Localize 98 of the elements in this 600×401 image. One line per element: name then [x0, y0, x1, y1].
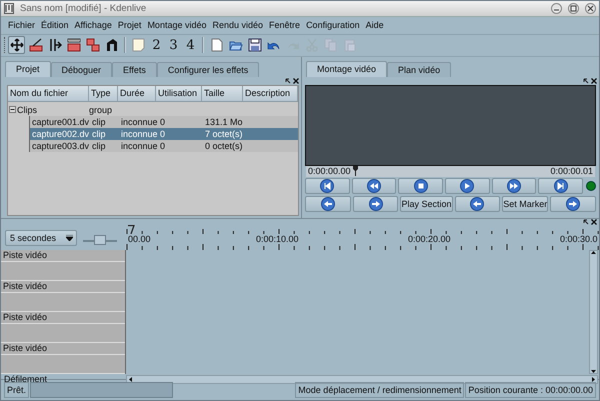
- playhead-icon[interactable]: [128, 225, 135, 234]
- tab[interactable]: Projet: [5, 60, 51, 77]
- right-arrow-icon: [592, 376, 595, 382]
- transport-button[interactable]: [352, 196, 398, 212]
- ruler-label: 0:00:30.0: [560, 234, 598, 244]
- menu-item[interactable]: Édition: [38, 18, 72, 33]
- split-icon: [48, 38, 62, 52]
- track-name: Piste vidéo: [1, 312, 125, 324]
- up-arrow-icon: [591, 251, 596, 254]
- transport-button[interactable]: [305, 178, 350, 194]
- floppy-icon: [248, 38, 262, 52]
- status-light-icon: [586, 181, 596, 192]
- transport-button[interactable]: [352, 178, 396, 194]
- transport-button[interactable]: [305, 196, 351, 212]
- close-icon[interactable]: [591, 219, 597, 226]
- toolbar-button[interactable]: 4: [183, 36, 198, 54]
- scroll-label: Défilement: [3, 374, 48, 384]
- menu-item[interactable]: Fenêtre: [266, 18, 304, 33]
- ruler-label: 00.00: [128, 234, 151, 244]
- column-header[interactable]: Description: [243, 86, 298, 101]
- tab[interactable]: Configurer les effets: [156, 62, 260, 77]
- ruler-icon: [66, 38, 80, 52]
- transport-button[interactable]: [538, 178, 584, 194]
- collapse-icon[interactable]: [9, 106, 16, 114]
- hook-icon: [104, 38, 118, 52]
- blocks-icon: [86, 38, 100, 52]
- menu-item[interactable]: Affichage: [72, 18, 115, 33]
- left-arrow-icon: [129, 376, 132, 382]
- float-icon[interactable]: [583, 219, 589, 226]
- table-cell-text: group: [89, 104, 114, 115]
- tab[interactable]: Déboguer: [50, 62, 112, 77]
- transport-button[interactable]: [454, 196, 500, 212]
- transport-button[interactable]: [445, 178, 490, 194]
- column-header[interactable]: Type: [89, 86, 118, 101]
- window-title: Sans nom [modifié] - Kdenlive: [20, 2, 148, 14]
- move-icon: [10, 38, 24, 52]
- track-name: Piste vidéo: [1, 281, 125, 294]
- ruler-label: 0:00:10.00: [256, 234, 299, 244]
- skip-back-icon: [320, 179, 334, 194]
- table-cell: Clips: [17, 104, 38, 115]
- float-icon[interactable]: [285, 78, 291, 84]
- toolbar-button[interactable]: [246, 36, 263, 54]
- maximize-icon[interactable]: [568, 2, 579, 14]
- transport-button[interactable]: Play Section: [400, 196, 452, 212]
- column-header[interactable]: Taille: [202, 86, 243, 101]
- down-arrow-icon: [591, 370, 596, 374]
- tool-button[interactable]: [27, 36, 44, 54]
- transport-button[interactable]: Set Marker: [502, 196, 548, 212]
- column-header[interactable]: Nom du fichier: [8, 86, 89, 101]
- tab[interactable]: Montage vidéo: [306, 60, 388, 77]
- menu-item[interactable]: Montage vidéo: [144, 18, 210, 33]
- stop-icon: [414, 179, 428, 194]
- menu-item[interactable]: Aide: [362, 18, 387, 33]
- float-icon[interactable]: [583, 78, 589, 84]
- table-row[interactable]: capture001.dv clip inconnue 0 131.1 Mo: [29, 116, 298, 128]
- track-name: Piste vidéo: [1, 343, 125, 356]
- menu-item[interactable]: Fichier: [5, 18, 38, 33]
- menu-item[interactable]: Projet: [114, 18, 144, 33]
- fast-forward-icon: [507, 179, 522, 194]
- table-row[interactable]: capture003.dv clip inconnue 0 0 octet(s): [29, 140, 298, 152]
- column-header[interactable]: Utilisation: [156, 86, 202, 101]
- vertical-scrollbar[interactable]: [589, 250, 598, 374]
- time-label: 0:00:00.01: [550, 166, 593, 176]
- transport-button[interactable]: [398, 178, 444, 194]
- new-document-icon: [210, 38, 224, 52]
- time-label: 0:00:00.00: [308, 166, 351, 176]
- tab[interactable]: Plan vidéo: [387, 62, 452, 77]
- app-icon: [4, 2, 14, 14]
- mode-indicator: Mode déplacement / redimensionnement: [295, 382, 464, 398]
- ruler-label: 0:00:20.00: [408, 234, 451, 244]
- tab[interactable]: Effets: [112, 62, 157, 77]
- note-icon: [132, 38, 145, 52]
- tool-button[interactable]: [8, 36, 25, 54]
- razor-icon: [28, 38, 42, 52]
- selected-row[interactable]: capture002.dv clip inconnue 0 7 octet(s): [29, 128, 298, 140]
- transport-button[interactable]: [492, 178, 536, 194]
- close-icon[interactable]: [293, 78, 299, 84]
- minimize-icon[interactable]: [551, 2, 562, 14]
- menu-item[interactable]: Configuration: [303, 18, 363, 33]
- close-icon[interactable]: [591, 78, 597, 84]
- track-name: Piste vidéo: [1, 250, 125, 262]
- menu-item[interactable]: Rendu vidéo: [209, 18, 266, 33]
- play-icon: [460, 179, 474, 194]
- tool-button[interactable]: [65, 36, 82, 54]
- close-icon[interactable]: [585, 2, 596, 14]
- zoom-dropdown[interactable]: 5 secondes: [5, 230, 77, 246]
- paste-icon: [342, 38, 356, 52]
- column-header[interactable]: Durée: [118, 86, 156, 101]
- status-message: Prêt.: [4, 382, 30, 398]
- toolbar-button[interactable]: 3: [166, 36, 181, 54]
- horizontal-scrollbar[interactable]: [126, 374, 598, 384]
- dropdown-arrow-icon: [66, 234, 73, 241]
- skip-forward-icon: [554, 179, 568, 194]
- toolbar-button[interactable]: 2: [149, 36, 164, 54]
- position-indicator: Position courante : 00:00:00.00: [465, 382, 596, 398]
- playhead-icon[interactable]: [352, 166, 358, 176]
- transport-button[interactable]: [550, 196, 596, 212]
- rewind-icon: [367, 179, 381, 194]
